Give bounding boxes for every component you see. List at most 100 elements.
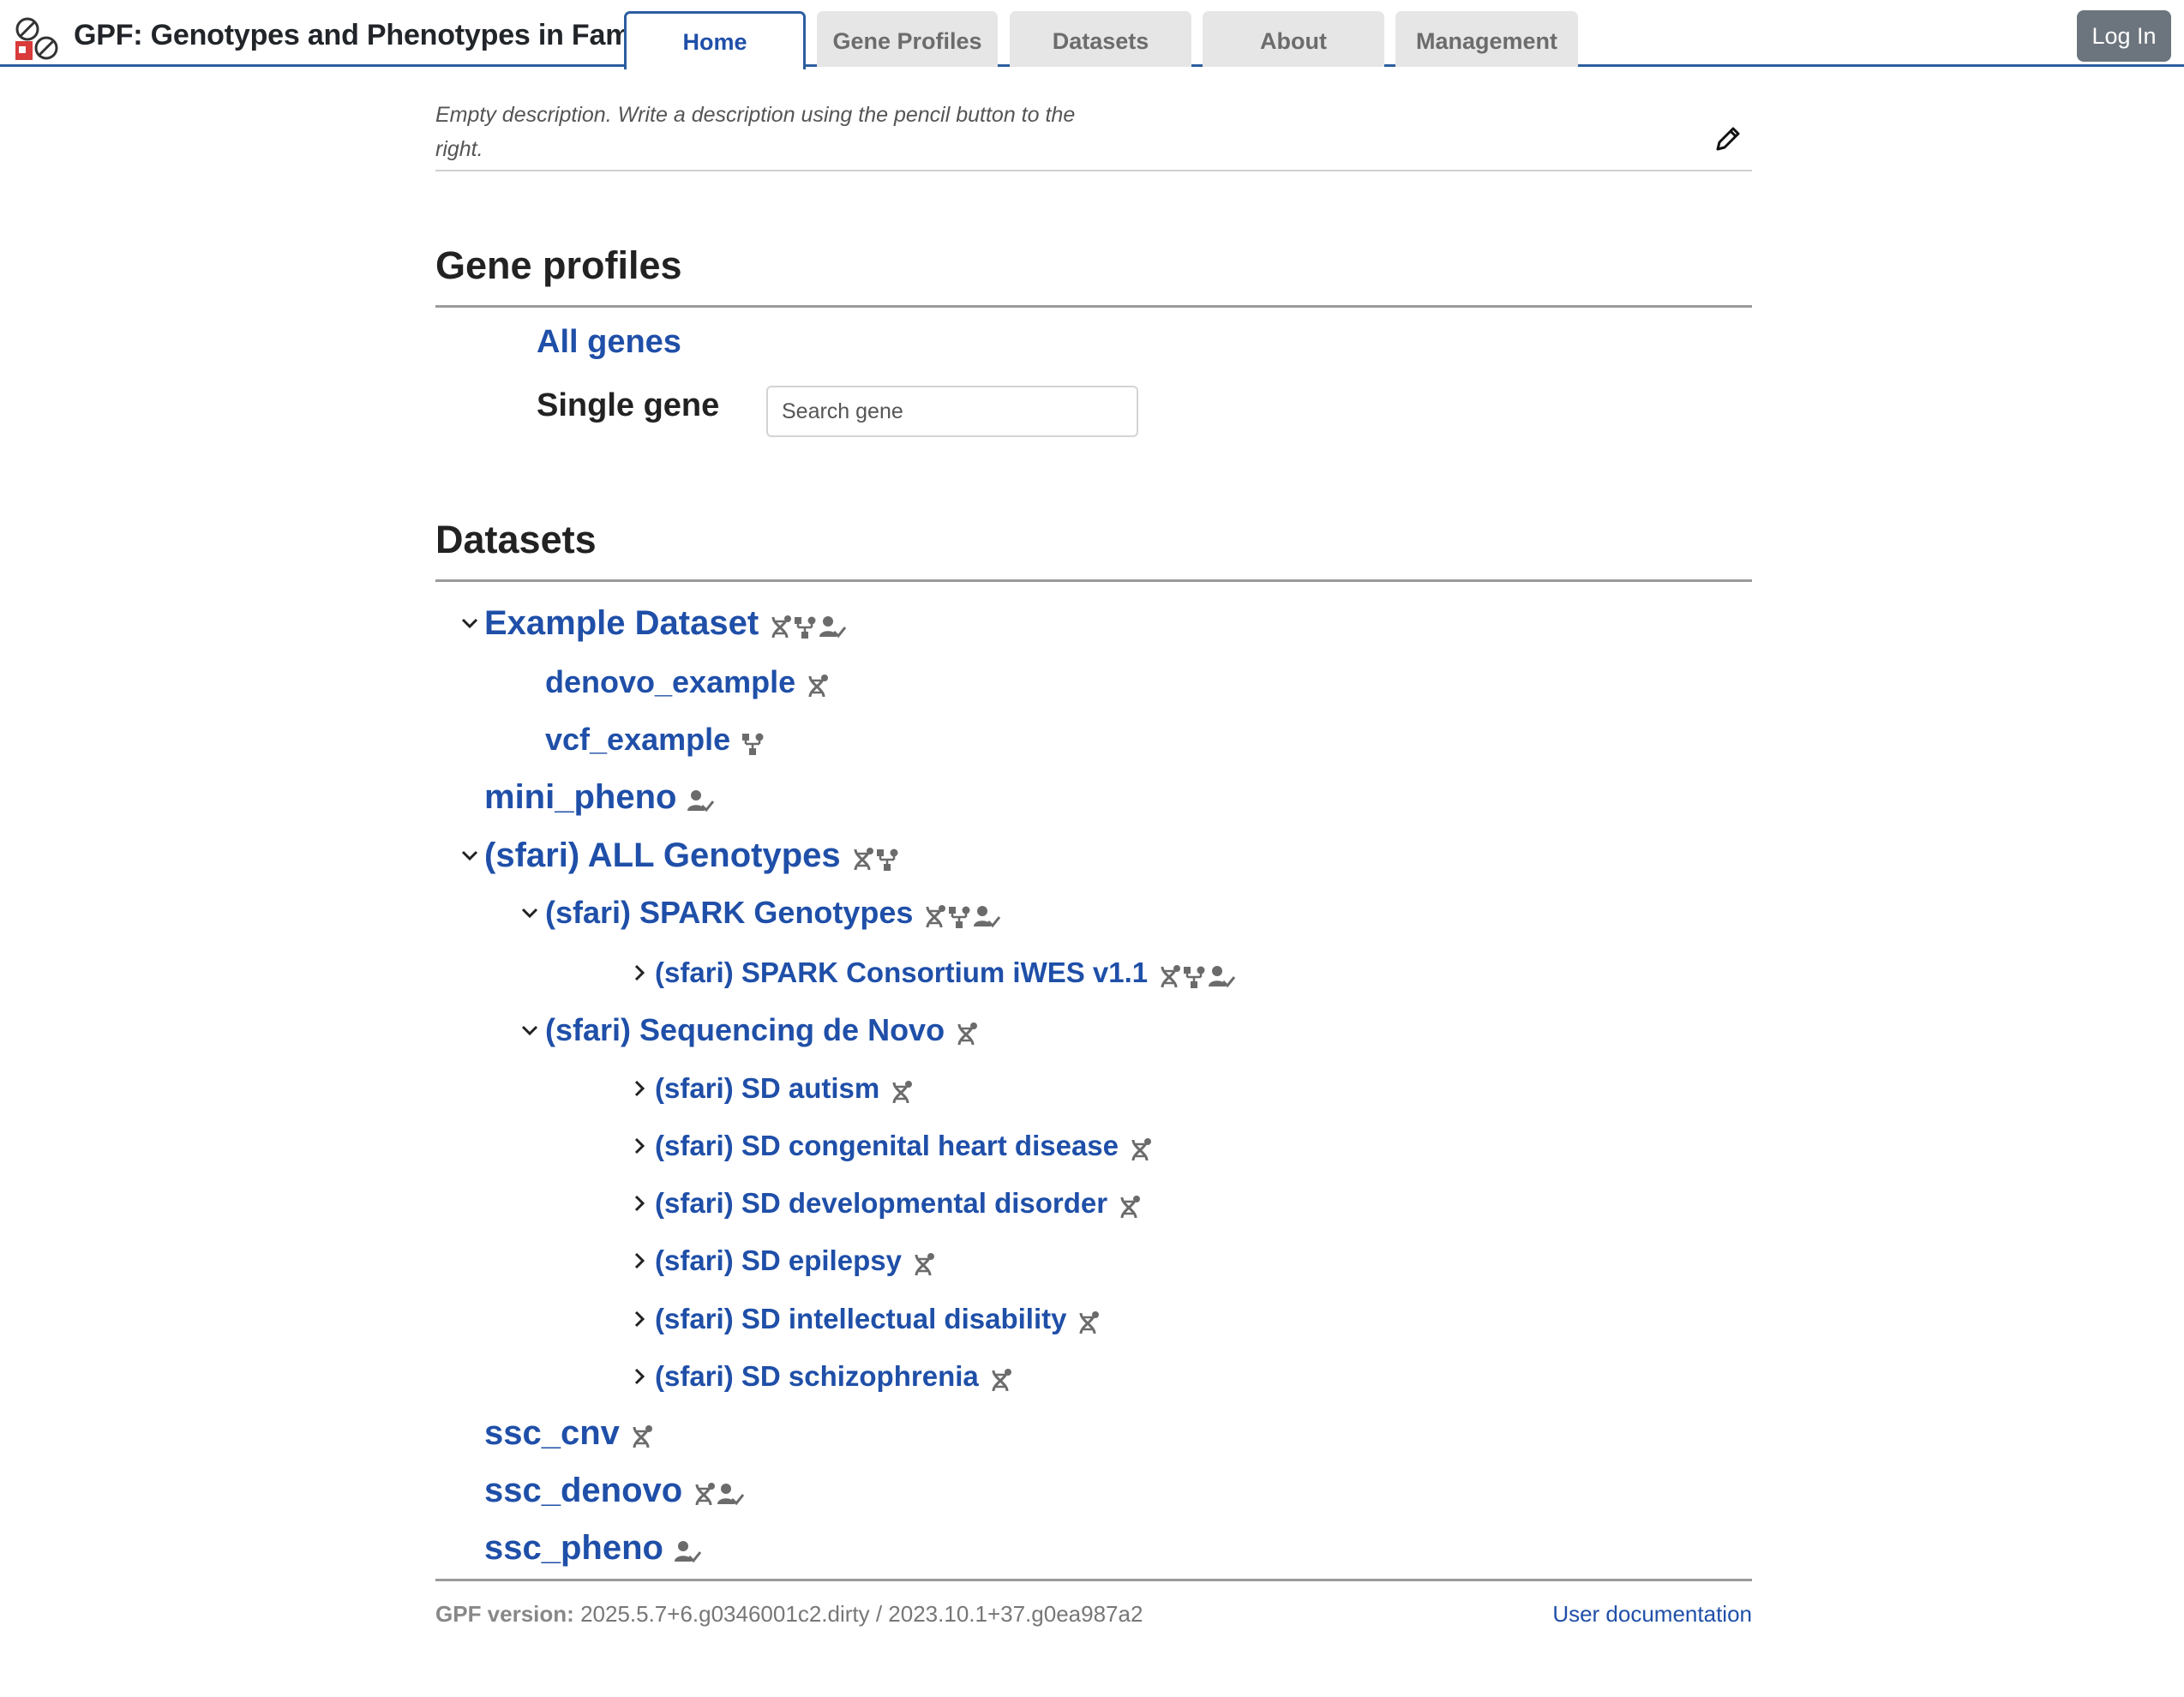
- pedigree-icon: [949, 906, 970, 928]
- dataset-type-icons: [806, 660, 830, 708]
- dataset-link[interactable]: (sfari) SD schizophrenia: [655, 1352, 1013, 1402]
- dataset-name: (sfari) SD developmental disorder: [655, 1187, 1108, 1219]
- tab-home[interactable]: Home: [624, 11, 806, 69]
- phenotype-icon: [674, 1540, 701, 1563]
- description-divider: [435, 170, 1752, 171]
- phenotype-icon: [819, 615, 847, 639]
- dataset-name: (sfari) SPARK Consortium iWES v1.1: [655, 956, 1149, 988]
- home-description: Empty description. Write a description u…: [435, 103, 1076, 161]
- tab-gene-profiles[interactable]: Gene Profiles: [817, 11, 998, 67]
- dna-icon: [808, 674, 829, 698]
- dataset-name: ssc_denovo: [484, 1472, 683, 1509]
- dataset-link[interactable]: (sfari) ALL Genotypes: [484, 831, 901, 881]
- pedigree-icon: [876, 848, 898, 871]
- chevron-down-icon[interactable]: [518, 901, 542, 925]
- footer-divider: [435, 1579, 1752, 1581]
- dataset-link[interactable]: (sfari) SD autism: [655, 1064, 914, 1114]
- dna-icon: [926, 904, 946, 928]
- phenotype-icon: [974, 905, 1001, 928]
- dataset-type-icons: [890, 1066, 914, 1114]
- tab-about[interactable]: About: [1203, 11, 1384, 67]
- dataset-name: vcf_example: [545, 722, 731, 757]
- login-button[interactable]: Log In: [2077, 10, 2171, 62]
- chevron-right-icon[interactable]: [627, 1134, 651, 1158]
- dataset-type-icons: [687, 775, 716, 823]
- datasets-divider: [435, 579, 1752, 582]
- dataset-link[interactable]: denovo_example: [545, 658, 830, 708]
- gene-profiles-heading: Gene profiles: [435, 243, 682, 287]
- dataset-type-icons: [923, 890, 1002, 938]
- tab-datasets[interactable]: Datasets: [1010, 11, 1191, 67]
- dataset-type-icons: [741, 717, 766, 765]
- search-gene-input[interactable]: [766, 386, 1138, 437]
- pedigree-icon: [795, 616, 816, 639]
- user-documentation-link[interactable]: User documentation: [1552, 1601, 1752, 1628]
- dataset-link[interactable]: mini_pheno: [484, 773, 716, 823]
- chevron-down-icon[interactable]: [518, 1018, 542, 1042]
- dataset-name: Example Dataset: [484, 604, 759, 642]
- dataset-type-icons: [1118, 1181, 1142, 1229]
- dna-icon: [1120, 1195, 1141, 1218]
- dataset-name: mini_pheno: [484, 778, 677, 816]
- dataset-type-icons: [955, 1008, 979, 1056]
- dna-icon: [957, 1022, 978, 1046]
- all-genes-link[interactable]: All genes: [537, 324, 681, 361]
- chevron-down-icon[interactable]: [458, 843, 482, 867]
- dataset-link[interactable]: ssc_cnv: [484, 1409, 654, 1459]
- gene-profiles-divider: [435, 305, 1752, 308]
- dataset-name: (sfari) SPARK Genotypes: [545, 895, 914, 930]
- dna-icon: [1079, 1310, 1100, 1334]
- tab-management[interactable]: Management: [1395, 11, 1578, 67]
- phenotype-icon: [687, 789, 715, 813]
- pedigree-icon: [742, 733, 764, 755]
- dataset-type-icons: [1158, 950, 1237, 998]
- dataset-name: (sfari) Sequencing de Novo: [545, 1012, 945, 1047]
- dataset-link[interactable]: (sfari) SPARK Genotypes: [545, 889, 1002, 938]
- dna-icon: [892, 1080, 913, 1103]
- dataset-link[interactable]: ssc_pheno: [484, 1524, 703, 1574]
- dataset-link[interactable]: (sfari) SPARK Consortium iWES v1.1: [655, 949, 1237, 998]
- dna-icon: [915, 1252, 934, 1275]
- dataset-link[interactable]: (sfari) SD developmental disorder: [655, 1179, 1142, 1229]
- gpf-version-value: 2025.5.7+6.g0346001c2.dirty / 2023.10.1+…: [580, 1601, 1143, 1627]
- dataset-link[interactable]: (sfari) SD epilepsy: [655, 1237, 936, 1286]
- dataset-type-icons: [989, 1354, 1013, 1402]
- dataset-type-icons: [769, 601, 848, 649]
- dna-icon: [1131, 1137, 1152, 1160]
- chevron-right-icon[interactable]: [627, 1249, 651, 1273]
- dataset-type-icons: [674, 1526, 703, 1574]
- dataset-link[interactable]: (sfari) SD intellectual disability: [655, 1295, 1101, 1345]
- chevron-right-icon[interactable]: [627, 1076, 651, 1100]
- dna-icon: [771, 615, 792, 639]
- dataset-type-icons: [851, 833, 901, 881]
- chevron-right-icon[interactable]: [627, 1364, 651, 1388]
- dataset-link[interactable]: (sfari) Sequencing de Novo: [545, 1006, 979, 1056]
- dna-icon: [854, 847, 873, 871]
- top-navbar: GPF: Genotypes and Phenotypes in Familie…: [0, 0, 2184, 69]
- pedigree-icon: [1184, 966, 1205, 988]
- single-gene-label: Single gene: [537, 387, 720, 423]
- datasets-heading: Datasets: [435, 518, 597, 561]
- gpf-version: GPF version: 2025.5.7+6.g0346001c2.dirty…: [435, 1601, 1143, 1628]
- chevron-right-icon[interactable]: [627, 961, 651, 985]
- dataset-type-icons: [1129, 1124, 1153, 1172]
- chevron-down-icon[interactable]: [458, 611, 482, 635]
- app-title[interactable]: GPF: Genotypes and Phenotypes in Familie…: [74, 19, 687, 52]
- dna-icon: [992, 1368, 1011, 1391]
- dataset-type-icons: [1077, 1297, 1101, 1345]
- chevron-right-icon[interactable]: [627, 1307, 651, 1331]
- dataset-name: (sfari) SD schizophrenia: [655, 1360, 979, 1392]
- dataset-link[interactable]: ssc_denovo: [484, 1466, 746, 1516]
- dataset-link[interactable]: Example Dataset: [484, 599, 848, 649]
- dataset-name: denovo_example: [545, 664, 796, 699]
- edit-description-pencil-icon[interactable]: [1713, 123, 1743, 154]
- dataset-link[interactable]: (sfari) SD congenital heart disease: [655, 1122, 1153, 1172]
- dna-icon: [695, 1482, 716, 1506]
- dataset-name: (sfari) SD congenital heart disease: [655, 1130, 1119, 1161]
- dna-icon: [1161, 964, 1181, 987]
- chevron-right-icon[interactable]: [627, 1191, 651, 1215]
- gpf-logo-icon[interactable]: [14, 15, 62, 63]
- dataset-link[interactable]: vcf_example: [545, 716, 766, 765]
- dna-icon: [633, 1424, 652, 1448]
- phenotype-icon: [717, 1483, 745, 1506]
